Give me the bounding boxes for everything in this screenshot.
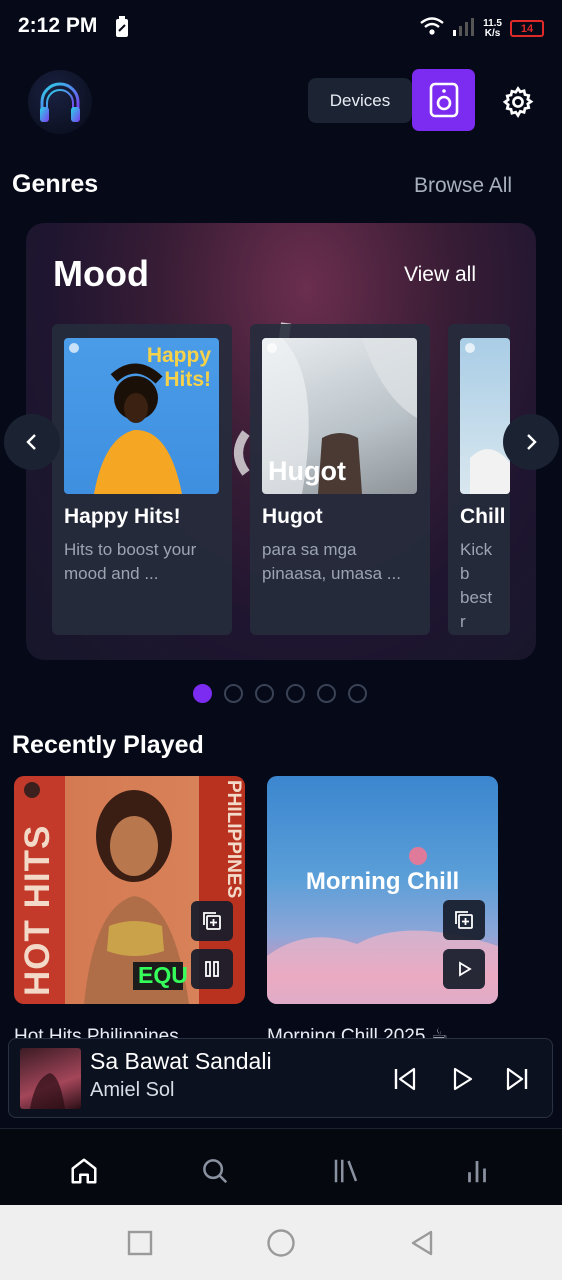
playlist-title: Happy Hits! [64,505,181,528]
play-button[interactable] [443,949,485,989]
now-playing-title: Sa Bawat Sandali [90,1048,272,1074]
chevron-left-icon [26,434,36,450]
recent-item-title: Hot Hits Philippines [14,1026,179,1038]
page-dot[interactable] [255,684,274,703]
now-playing-bar[interactable]: Sa Bawat Sandali Amiel Sol [8,1038,553,1118]
bottom-navigation [0,1128,562,1205]
recent-item-title: Morning Chill 2025 ☕ [267,1026,448,1038]
playlist-art: Hugot [262,338,417,494]
playlist-tile[interactable]: Hugot Hugot para sa mga pinaasa, umasa .… [250,324,430,635]
devices-button[interactable] [412,69,475,131]
recent-item[interactable]: HOT HITS PHILIPPINES EQU [14,776,245,1004]
gear-icon [502,86,534,119]
playlist-art [460,338,510,494]
system-navigation-bar [0,1205,562,1280]
carousel-next-button[interactable] [503,414,559,470]
playlist-description: Hits to boost your mood and ... [64,540,197,583]
recent-apps-button[interactable] [124,1227,156,1259]
play-icon [453,1067,473,1091]
square-icon [127,1230,153,1256]
battery-indicator: 14 [510,20,544,37]
nav-library[interactable] [326,1153,366,1189]
art-text: Hugot [268,456,346,486]
playlist-tile[interactable]: Happy Hits! Happy Hits! Hits to boost yo… [52,324,232,635]
wifi-icon [419,16,445,41]
playlist-description: Kick b best r [460,540,493,631]
add-queue-icon [455,911,473,929]
pause-button[interactable] [191,949,233,989]
skip-previous-icon [394,1067,416,1091]
page-dot[interactable] [193,684,212,703]
devices-tooltip: Devices [308,78,412,123]
net-speed-value: 11.5 [483,17,502,29]
settings-button[interactable] [496,80,540,124]
page-dot[interactable] [317,684,336,703]
add-queue-icon [203,912,221,930]
next-button[interactable] [501,1063,533,1095]
page-dot[interactable] [286,684,305,703]
pause-icon [205,961,219,977]
library-icon [334,1159,358,1183]
status-icons: 11.5 K/s 14 [419,16,544,41]
recent-item[interactable]: Morning Chill [267,776,498,1004]
playlist-title: Hugot [262,505,323,528]
page-dot[interactable] [348,684,367,703]
add-to-queue-button[interactable] [443,900,485,940]
signal-icon [453,16,475,41]
app-logo[interactable] [28,70,92,134]
stats-icon [468,1161,486,1183]
previous-button[interactable] [389,1063,421,1095]
net-speed-unit: K/s [484,27,501,39]
playlist-art: Happy Hits! [64,338,219,494]
headphones-icon [40,82,80,122]
net-speed: 11.5 K/s [483,17,502,39]
badge-text: EQU [138,962,188,988]
circle-icon [267,1229,295,1257]
mood-title: Mood [53,253,149,294]
nav-stats[interactable] [457,1153,497,1189]
home-icon [71,1158,97,1184]
nav-search[interactable] [195,1153,235,1189]
speaker-icon [429,82,458,118]
carousel-pagination [193,684,367,703]
home-button[interactable] [265,1227,297,1259]
search-icon [203,1159,228,1184]
nav-home[interactable] [64,1153,104,1189]
recently-played-heading: Recently Played [12,731,204,759]
genres-heading: Genres [12,170,99,198]
playlist-title: Chill [460,505,506,528]
playlist-tile[interactable]: Chill Kick b best r [448,324,510,635]
add-to-queue-button[interactable] [191,901,233,941]
browse-all-link[interactable]: Browse All [414,174,512,198]
art-text-left: HOT HITS [18,824,57,996]
page-dot[interactable] [224,684,243,703]
chevron-right-icon [527,434,537,450]
now-playing-art [20,1048,81,1109]
art-text: Happy Hits! [146,344,211,391]
play-button[interactable] [446,1063,478,1095]
carousel-prev-button[interactable] [4,414,60,470]
status-time: 2:12 PM [18,14,98,37]
playlist-description: para sa mga pinaasa, umasa ... [262,540,401,583]
back-button[interactable] [406,1227,438,1259]
skip-next-icon [506,1067,528,1091]
play-icon [459,961,472,977]
battery-saver-icon [114,16,130,38]
mood-card: Mood View all Happy Hits! Happy Hits! Hi… [26,223,536,660]
art-text: Morning Chill [305,868,460,895]
view-all-link[interactable]: View all [404,263,476,287]
back-triangle-icon [411,1230,433,1256]
now-playing-artist: Amiel Sol [90,1079,175,1101]
